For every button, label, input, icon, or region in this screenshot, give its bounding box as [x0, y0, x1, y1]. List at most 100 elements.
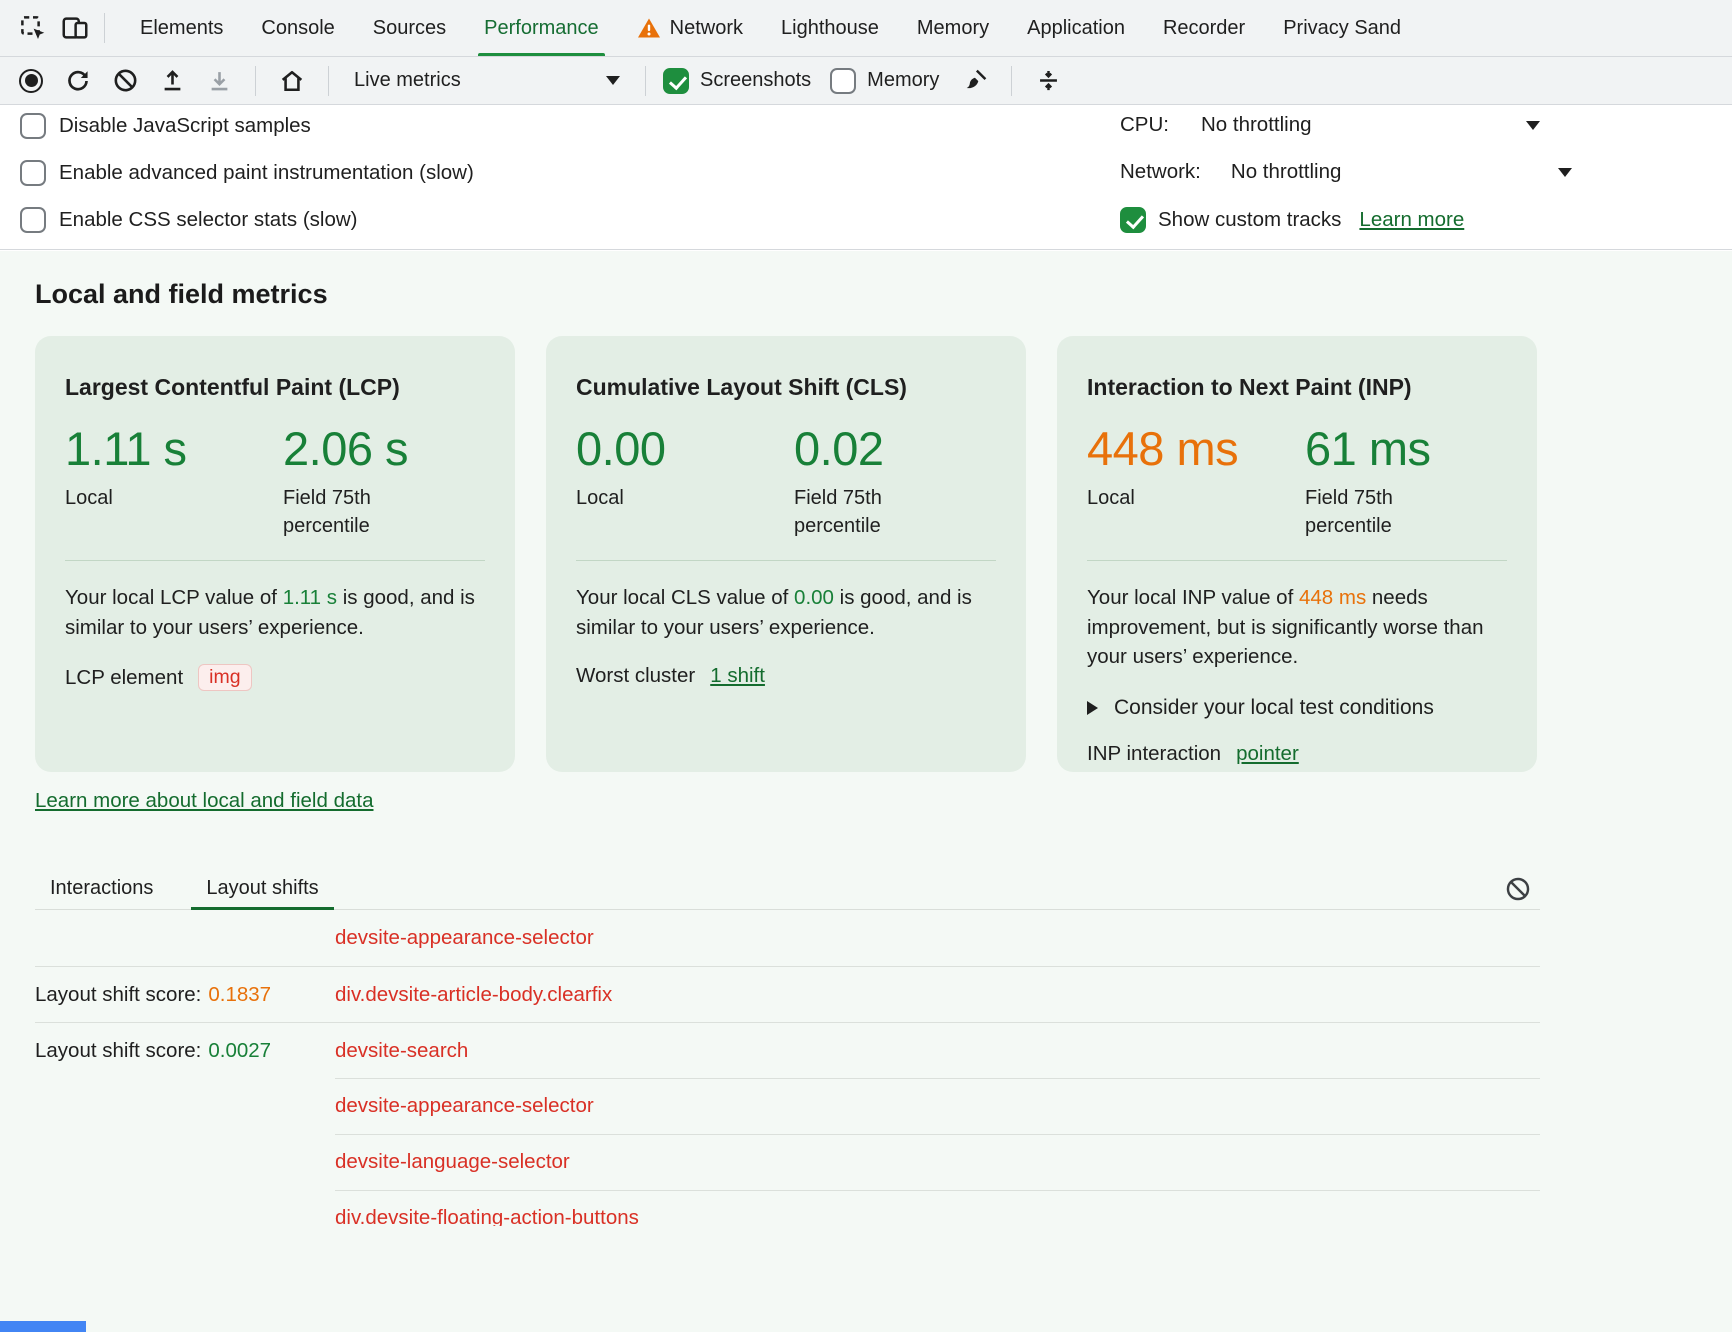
disable-js-samples-checkbox[interactable]: [20, 113, 46, 139]
inp-field-label: Field 75th percentile: [1305, 484, 1429, 540]
learn-more-local-field-link[interactable]: Learn more about local and field data: [35, 789, 373, 813]
cpu-value: No throttling: [1201, 113, 1312, 137]
tab-label: Application: [1027, 17, 1125, 40]
node-link[interactable]: devsite-appearance-selector: [335, 926, 594, 950]
capture-settings: Disable JavaScript samples Enable advanc…: [0, 105, 1732, 250]
tab-memory[interactable]: Memory: [898, 0, 1008, 56]
lcp-desc-value: 1.11 s: [283, 586, 337, 609]
cls-description: Your local CLS value of 0.00 is good, an…: [576, 583, 996, 642]
chevron-down-icon: [1526, 121, 1540, 130]
cls-worst-cluster-label: Worst cluster: [576, 664, 695, 688]
cls-desc-value: 0.00: [794, 586, 834, 609]
score-label: Layout shift score:: [35, 983, 201, 1006]
screenshots-toggle[interactable]: Screenshots: [663, 68, 811, 94]
node-link[interactable]: div.devsite-article-body.clearfix: [335, 983, 612, 1007]
disclosure-triangle-icon: [1087, 701, 1098, 715]
screenshots-checkbox[interactable]: [663, 68, 689, 94]
cpu-throttling-select[interactable]: CPU: No throttling: [1120, 113, 1540, 137]
lcp-element-node-link[interactable]: img: [198, 664, 251, 691]
local-test-conditions-label: Consider your local test conditions: [1114, 696, 1434, 720]
record-button[interactable]: [12, 63, 50, 99]
layout-shift-row: Layout shift score: 0.1837 div.devsite-ar…: [35, 966, 1540, 1022]
collapse-tracks-button[interactable]: [1029, 63, 1067, 99]
lcp-desc-prefix: Your local LCP value of: [65, 586, 283, 609]
screenshots-label: Screenshots: [700, 69, 811, 92]
node-link[interactable]: devsite-appearance-selector: [335, 1094, 594, 1118]
toolbar-separator: [1011, 66, 1012, 96]
tab-elements[interactable]: Elements: [121, 0, 242, 56]
cls-local-value: 0.00: [576, 421, 794, 476]
history-select[interactable]: Live metrics: [346, 63, 628, 99]
setting-label: Enable CSS selector stats (slow): [59, 208, 358, 232]
upload-icon: [159, 67, 186, 94]
collect-garbage-button[interactable]: [956, 63, 994, 99]
css-selector-stats-toggle[interactable]: Enable CSS selector stats (slow): [20, 207, 358, 233]
broom-icon: [962, 67, 989, 94]
tab-privacy-sandbox[interactable]: Privacy Sand: [1264, 0, 1420, 56]
lcp-card-title: Largest Contentful Paint (LCP): [65, 374, 485, 401]
metrics-log: Interactions Layout shifts devsite-appea…: [35, 868, 1540, 1226]
advanced-paint-toggle[interactable]: Enable advanced paint instrumentation (s…: [20, 160, 474, 186]
device-toolbar-button[interactable]: [54, 7, 96, 49]
custom-tracks-learn-more-link[interactable]: Learn more: [1359, 208, 1464, 232]
inp-interaction-link[interactable]: pointer: [1236, 742, 1299, 766]
load-profile-button[interactable]: [153, 63, 191, 99]
inp-local-label: Local: [1087, 484, 1211, 512]
network-throttling-select[interactable]: Network: No throttling: [1120, 160, 1572, 184]
tab-label: Performance: [484, 17, 599, 40]
node-link[interactable]: devsite-language-selector: [335, 1150, 570, 1174]
inp-desc-prefix: Your local INP value of: [1087, 586, 1299, 609]
tab-label: Console: [261, 17, 334, 40]
tab-console[interactable]: Console: [242, 0, 353, 56]
device-toolbar-icon: [60, 13, 90, 43]
clear-log-button[interactable]: [1502, 873, 1534, 905]
inp-field-value: 61 ms: [1305, 421, 1431, 476]
css-selector-stats-checkbox[interactable]: [20, 207, 46, 233]
advanced-paint-checkbox[interactable]: [20, 160, 46, 186]
disable-js-samples-toggle[interactable]: Disable JavaScript samples: [20, 113, 311, 139]
tab-application[interactable]: Application: [1008, 0, 1144, 56]
toolbar-separator: [645, 66, 646, 96]
tab-recorder[interactable]: Recorder: [1144, 0, 1264, 56]
cls-worst-cluster-link[interactable]: 1 shift: [710, 664, 765, 688]
layout-shift-row: Layout shift score:0.0027 devsite-search: [35, 1022, 1540, 1078]
tab-sources[interactable]: Sources: [354, 0, 465, 56]
lcp-local-label: Local: [65, 484, 189, 512]
tab-performance[interactable]: Performance: [465, 0, 618, 56]
home-icon: [278, 67, 306, 95]
score-value: 0.0027: [208, 1039, 271, 1062]
memory-checkbox[interactable]: [830, 68, 856, 94]
save-profile-button[interactable]: [200, 63, 238, 99]
setting-label: Enable advanced paint instrumentation (s…: [59, 161, 474, 185]
live-metrics-home-button[interactable]: [273, 63, 311, 99]
show-custom-tracks-label: Show custom tracks: [1158, 208, 1341, 232]
record-and-reload-button[interactable]: [59, 63, 97, 99]
node-link[interactable]: div.devsite-floating-action-buttons: [335, 1206, 639, 1226]
setting-label: Disable JavaScript samples: [59, 114, 311, 138]
inspect-element-button[interactable]: [12, 7, 54, 49]
tab-lighthouse[interactable]: Lighthouse: [762, 0, 898, 56]
lcp-field-label: Field 75th percentile: [283, 484, 407, 540]
network-label: Network:: [1120, 160, 1201, 184]
score-value: 0.1837: [208, 983, 271, 1006]
show-custom-tracks-checkbox[interactable]: [1120, 207, 1146, 233]
toolbar-separator: [104, 13, 105, 43]
record-icon: [19, 69, 43, 93]
live-metrics-view: Local and field metrics Largest Contentf…: [0, 251, 1732, 1332]
tab-network[interactable]: Network: [618, 0, 762, 56]
toolbar-separator: [328, 66, 329, 96]
clear-icon: [112, 67, 139, 94]
toolbar-separator: [255, 66, 256, 96]
local-test-conditions-disclosure[interactable]: Consider your local test conditions: [1087, 696, 1507, 720]
inp-desc-value: 448 ms: [1299, 586, 1366, 609]
cls-field-label: Field 75th percentile: [794, 484, 918, 540]
tab-interactions[interactable]: Interactions: [35, 868, 168, 909]
node-link[interactable]: devsite-search: [335, 1039, 468, 1063]
card-divider: [65, 560, 485, 561]
clear-button[interactable]: [106, 63, 144, 99]
layout-shift-rows: devsite-appearance-selector Layout shift…: [35, 910, 1540, 1226]
memory-toggle[interactable]: Memory: [830, 68, 939, 94]
tab-layout-shifts[interactable]: Layout shifts: [191, 868, 333, 909]
score-cell: Layout shift score: 0.1837: [35, 983, 335, 1007]
inp-card: Interaction to Next Paint (INP) 448 ms L…: [1057, 336, 1537, 772]
